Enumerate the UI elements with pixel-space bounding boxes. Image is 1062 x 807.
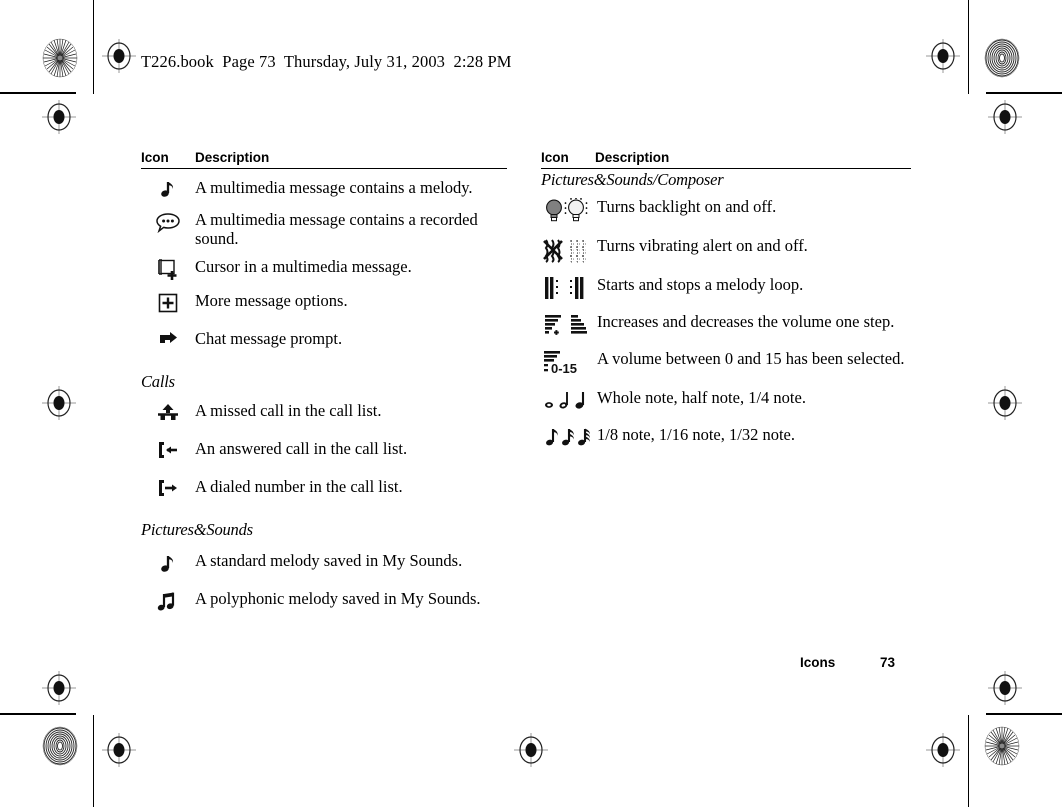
polyphonic-melody-icon xyxy=(141,588,195,616)
section-heading-composer: Pictures&Sounds/Composer xyxy=(541,170,724,189)
row-description: A multimedia message contains a recorded… xyxy=(195,210,478,248)
answered-call-icon xyxy=(141,438,195,462)
row-description: Starts and stops a melody loop. xyxy=(597,275,804,294)
right-header-icon-label: Icon xyxy=(541,150,569,165)
footer-page-number: 73 xyxy=(880,655,896,670)
table-row: A missed call in the call list. xyxy=(141,400,507,424)
section-heading-pictures-sounds: Pictures&Sounds xyxy=(141,520,253,539)
volume-level-icon: 0-15 xyxy=(541,348,597,376)
table-row: Turns vibrating alert on and off. xyxy=(541,235,911,263)
table-row: Cursor in a multimedia message. xyxy=(141,256,507,282)
footer-chapter-label: Icons xyxy=(800,655,836,670)
row-description: Cursor in a multimedia message. xyxy=(195,257,412,276)
left-header-icon-label: Icon xyxy=(141,150,169,165)
whole-half-quarter-note-icon xyxy=(541,387,597,413)
table-row: Chat message prompt. xyxy=(141,328,507,352)
eighth-sixteenth-thirtysecond-note-icon xyxy=(541,424,597,450)
row-description: A volume between 0 and 15 has been selec… xyxy=(597,349,905,368)
speech-bubble-sound-icon xyxy=(141,209,195,233)
melody-loop-start-stop-icon xyxy=(541,274,597,300)
row-description: A multimedia message contains a melody. xyxy=(195,178,473,197)
chat-arrow-icon xyxy=(141,328,195,350)
table-row: A standard melody saved in My Sounds. xyxy=(141,550,507,576)
right-header-description-label: Description xyxy=(595,150,670,165)
row-description: A polyphonic melody saved in My Sounds. xyxy=(195,589,481,608)
page-content: Icon Description A multimedia message co… xyxy=(0,0,1062,807)
standard-melody-icon xyxy=(141,550,195,576)
table-row: Whole note, half note, 1/4 note. xyxy=(541,387,911,413)
dialed-call-icon xyxy=(141,476,195,500)
left-header-rule xyxy=(141,168,507,169)
right-table-header: Icon Description xyxy=(541,150,911,168)
section-heading-calls: Calls xyxy=(141,372,175,391)
table-row: A multimedia message contains a recorded… xyxy=(141,209,507,248)
table-row: More message options. xyxy=(141,290,507,314)
row-description: A standard melody saved in My Sounds. xyxy=(195,551,463,570)
left-table-header: Icon Description xyxy=(141,150,507,168)
table-row: 1/8 note, 1/16 note, 1/32 note. xyxy=(541,424,911,450)
cursor-add-icon xyxy=(141,256,195,282)
vibrating-alert-on-off-icon xyxy=(541,235,597,263)
left-column: Icon Description A multimedia message co… xyxy=(141,150,507,616)
backlight-on-off-icon xyxy=(541,196,597,224)
page-footer: Icons 73 xyxy=(800,655,960,670)
right-column: Icon Description Pictures&Sounds/Compose… xyxy=(541,150,911,450)
row-description: Whole note, half note, 1/4 note. xyxy=(597,388,806,407)
row-description: A missed call in the call list. xyxy=(195,401,382,420)
row-description: Turns backlight on and off. xyxy=(597,197,777,216)
row-description: 1/8 note, 1/16 note, 1/32 note. xyxy=(597,425,795,444)
table-row: A multimedia message contains a melody. xyxy=(141,177,507,201)
table-row: A polyphonic melody saved in My Sounds. xyxy=(141,588,507,616)
row-description: Turns vibrating alert on and off. xyxy=(597,236,808,255)
row-description: Increases and decreases the volume one s… xyxy=(597,312,895,331)
table-row: Starts and stops a melody loop. xyxy=(541,274,911,300)
plus-box-icon xyxy=(141,290,195,314)
table-row: 0-15 A volume between 0 and 15 has been … xyxy=(541,348,911,376)
left-header-description-label: Description xyxy=(195,150,270,165)
row-description: An answered call in the call list. xyxy=(195,439,408,458)
volume-increase-decrease-icon xyxy=(541,311,597,337)
table-row: Increases and decreases the volume one s… xyxy=(541,311,911,337)
table-row: Turns backlight on and off. xyxy=(541,196,911,224)
note-melody-icon xyxy=(141,177,195,201)
row-description: Chat message prompt. xyxy=(195,329,343,348)
table-row: A dialed number in the call list. xyxy=(141,476,507,500)
table-row: An answered call in the call list. xyxy=(141,438,507,462)
missed-call-icon xyxy=(141,400,195,424)
volume-range-text: 0-15 xyxy=(551,361,577,376)
row-description: More message options. xyxy=(195,291,348,310)
row-description: A dialed number in the call list. xyxy=(195,477,403,496)
